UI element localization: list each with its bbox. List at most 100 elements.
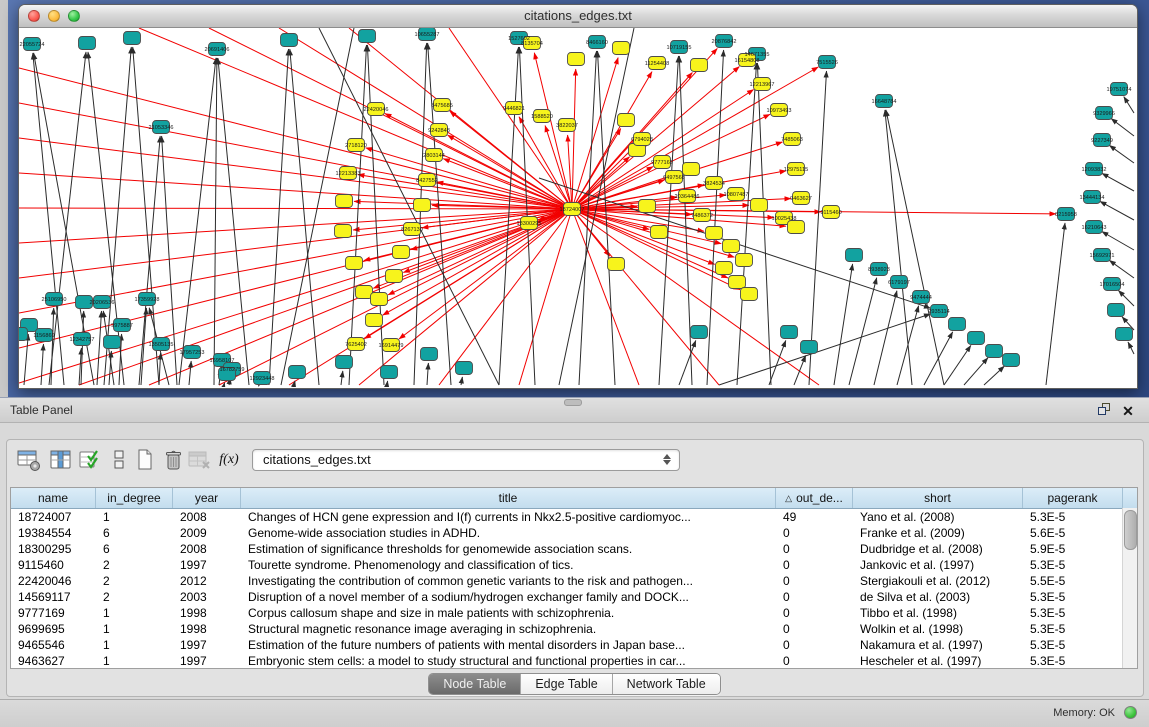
- network-node[interactable]: [986, 345, 1003, 358]
- column-header-year[interactable]: year: [173, 488, 241, 508]
- panel-splitter-grip[interactable]: [564, 399, 582, 406]
- network-node[interactable]: [968, 332, 985, 345]
- select-columns-icon[interactable]: [48, 447, 74, 473]
- table-mode-icon[interactable]: [16, 447, 42, 473]
- table-row[interactable]: 969969511998Structural magnetic resonanc…: [11, 621, 1137, 637]
- network-node[interactable]: [456, 362, 473, 375]
- column-header-pagerank[interactable]: pagerank: [1023, 488, 1123, 508]
- function-builder-icon[interactable]: f(x): [216, 447, 242, 473]
- network-node[interactable]: [716, 262, 733, 275]
- table-row[interactable]: 946362711997Embryonic stem cells: a mode…: [11, 653, 1137, 669]
- table-row[interactable]: 911546021997Tourette syndrome. Phenomeno…: [11, 557, 1137, 573]
- memory-status-icon[interactable]: [1124, 706, 1137, 719]
- network-node[interactable]: [846, 249, 863, 262]
- network-node-label: 20876842: [712, 39, 737, 45]
- network-node[interactable]: [381, 366, 398, 379]
- table-cell: 9463627: [11, 653, 96, 669]
- citation-network-graph[interactable]: 2205572420691406106552871527602846616010…: [19, 28, 1135, 387]
- network-node[interactable]: [1003, 354, 1020, 367]
- network-node[interactable]: [781, 326, 798, 339]
- table-scrollbar[interactable]: [1122, 508, 1137, 668]
- column-header-name[interactable]: name: [11, 488, 96, 508]
- tab-node-table[interactable]: Node Table: [429, 674, 520, 694]
- column-header-in-degree[interactable]: in_degree: [96, 488, 173, 508]
- network-node[interactable]: [335, 225, 352, 238]
- table-row[interactable]: 1872400712008Changes of HCN gene express…: [11, 509, 1137, 525]
- network-canvas[interactable]: 2205572420691406106552871527602846616010…: [19, 28, 1135, 387]
- delete-column-icon[interactable]: [160, 447, 186, 473]
- network-node[interactable]: [336, 356, 353, 369]
- new-column-icon[interactable]: [132, 447, 158, 473]
- network-node[interactable]: [1108, 304, 1125, 317]
- tab-edge-table[interactable]: Edge Table: [520, 674, 611, 694]
- network-node[interactable]: [741, 288, 758, 301]
- network-window-titlebar[interactable]: citations_edges.txt: [19, 5, 1137, 28]
- float-panel-icon[interactable]: [1095, 402, 1113, 420]
- table-panel-titlebar[interactable]: Table Panel ✕: [0, 397, 1149, 423]
- close-panel-icon[interactable]: ✕: [1119, 402, 1137, 420]
- network-node[interactable]: [356, 286, 373, 299]
- column-header-short[interactable]: short: [853, 488, 1023, 508]
- network-node[interactable]: [751, 199, 768, 212]
- network-node[interactable]: [723, 240, 740, 253]
- table-source-combobox[interactable]: citations_edges.txt: [252, 449, 680, 471]
- table-scrollbar-thumb[interactable]: [1124, 510, 1137, 550]
- network-node[interactable]: [281, 34, 298, 47]
- table-tab-group[interactable]: Node TableEdge TableNetwork Table: [428, 673, 720, 695]
- network-edge: [719, 314, 931, 385]
- column-header-out-de-[interactable]: △out_de...: [776, 488, 853, 508]
- network-node[interactable]: [788, 221, 805, 234]
- network-node[interactable]: [568, 53, 585, 66]
- column-header-title[interactable]: title: [241, 488, 776, 508]
- table-body[interactable]: 1872400712008Changes of HCN gene express…: [11, 509, 1137, 669]
- network-node[interactable]: [683, 163, 700, 176]
- table-row[interactable]: 1830029562008Estimation of significance …: [11, 541, 1137, 557]
- table-row[interactable]: 977716911998Corpus callosum shape and si…: [11, 605, 1137, 621]
- network-node-label: 10807487: [724, 192, 749, 198]
- zoom-window-icon[interactable]: [68, 10, 80, 22]
- network-node-label: 9329966: [1093, 111, 1115, 117]
- network-node[interactable]: [79, 37, 96, 50]
- table-row[interactable]: 2242004622012Investigating the contribut…: [11, 573, 1137, 589]
- table-row[interactable]: 1456911722003Disruption of a novel membe…: [11, 589, 1137, 605]
- table-cell: 0: [776, 637, 853, 653]
- tab-network-table[interactable]: Network Table: [612, 674, 720, 694]
- network-node[interactable]: [729, 276, 746, 289]
- network-node[interactable]: [359, 30, 376, 43]
- network-node[interactable]: [336, 195, 353, 208]
- network-node[interactable]: [801, 341, 818, 354]
- table-row[interactable]: 946554611997Estimation of the future num…: [11, 637, 1137, 653]
- network-node[interactable]: [414, 199, 431, 212]
- minimize-window-icon[interactable]: [48, 10, 60, 22]
- network-node[interactable]: [124, 32, 141, 45]
- network-node[interactable]: [691, 326, 708, 339]
- network-node[interactable]: [949, 318, 966, 331]
- table-row[interactable]: 1938455462009Genome-wide association stu…: [11, 525, 1137, 541]
- network-node[interactable]: [346, 257, 363, 270]
- node-attribute-table[interactable]: namein_degreeyeartitle△out_de...shortpag…: [10, 487, 1138, 669]
- network-node[interactable]: [613, 42, 630, 55]
- network-node[interactable]: [1116, 328, 1133, 341]
- network-edge: [290, 49, 319, 385]
- network-node[interactable]: [618, 114, 635, 127]
- network-node[interactable]: [19, 328, 28, 341]
- network-node[interactable]: [421, 348, 438, 361]
- table-header-row[interactable]: namein_degreeyeartitle△out_de...shortpag…: [11, 488, 1137, 509]
- row-select-icon[interactable]: [78, 447, 104, 473]
- network-node[interactable]: [289, 366, 306, 379]
- network-node[interactable]: [386, 270, 403, 283]
- network-node[interactable]: [706, 227, 723, 240]
- network-node[interactable]: [393, 246, 410, 259]
- network-node[interactable]: [736, 254, 753, 267]
- network-node[interactable]: [371, 293, 388, 306]
- network-node-label: 9446821: [503, 106, 525, 112]
- network-window[interactable]: citations_edges.txt 22055724206914061065…: [18, 4, 1138, 389]
- network-node[interactable]: [608, 258, 625, 271]
- network-node[interactable]: [639, 200, 656, 213]
- network-node[interactable]: [104, 336, 121, 349]
- split-view-icon[interactable]: [106, 447, 132, 473]
- close-window-icon[interactable]: [28, 10, 40, 22]
- network-node[interactable]: [651, 226, 668, 239]
- network-node[interactable]: [691, 59, 708, 72]
- network-node[interactable]: [366, 314, 383, 327]
